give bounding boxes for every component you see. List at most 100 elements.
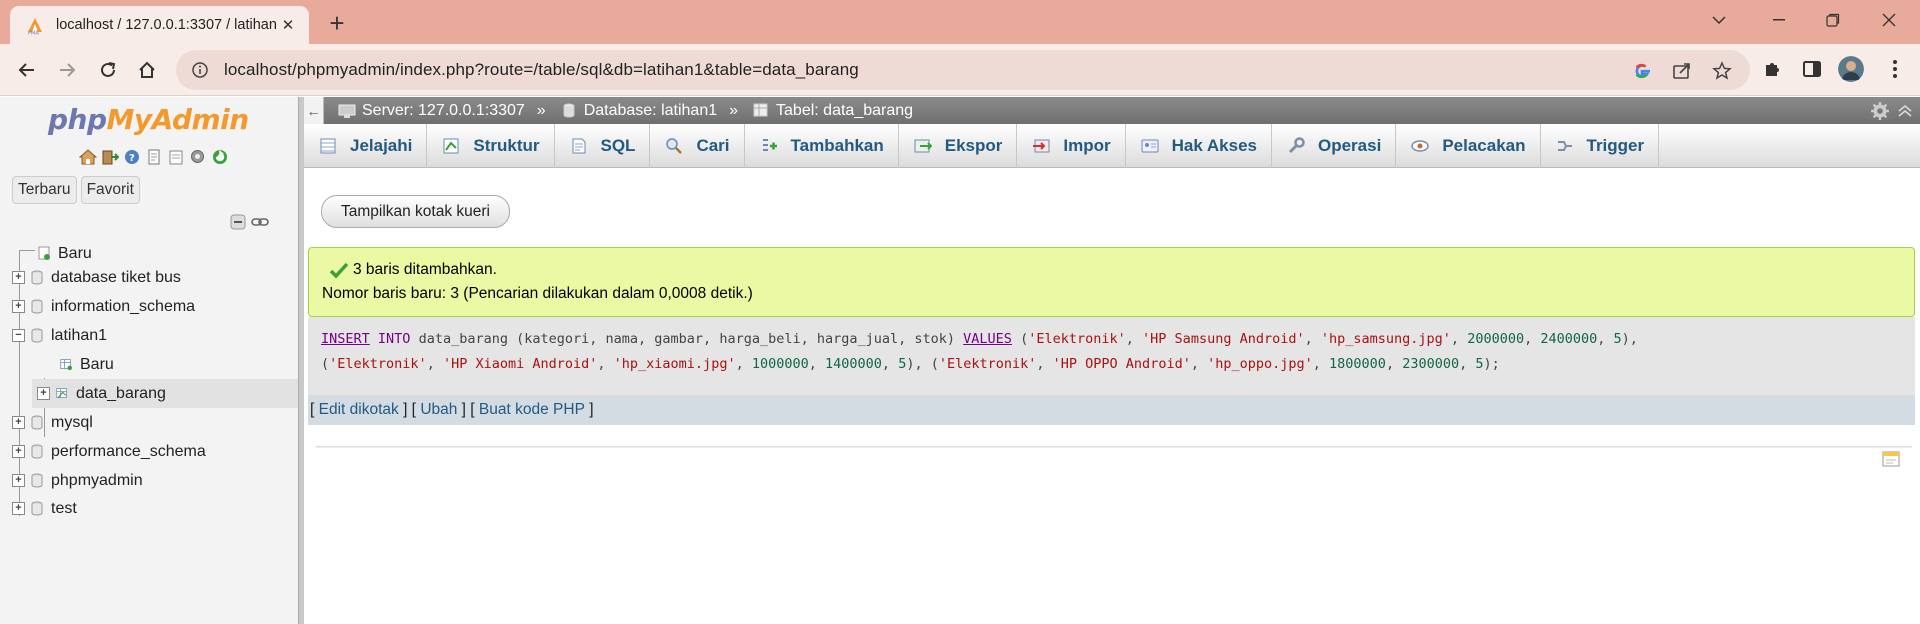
expand-icon[interactable]: + (12, 445, 25, 458)
expand-icon[interactable]: + (37, 387, 50, 400)
close-icon[interactable]: ✕ (276, 13, 300, 37)
docs-icon[interactable] (144, 147, 163, 166)
tab-operations[interactable]: Operasi (1272, 124, 1397, 168)
new-icon (38, 246, 50, 260)
expand-icon[interactable]: + (12, 300, 25, 313)
edit-link[interactable]: Ubah (420, 401, 457, 419)
expand-icon[interactable]: + (12, 502, 25, 515)
expand-icon[interactable]: + (12, 416, 25, 429)
operations-icon (1286, 136, 1306, 156)
tab-privileges[interactable]: Hak Akses (1126, 124, 1272, 168)
phpmyadmin-logo[interactable]: phpMyAdmin (48, 103, 249, 136)
tab-search[interactable]: Cari (650, 124, 745, 168)
window-close-icon[interactable] (1866, 2, 1912, 38)
sql-query-display: INSERT INTO data_barang (kategori, nama,… (308, 317, 1915, 395)
success-message: 3 baris ditambahkan. Nomor baris baru: 3… (308, 247, 1915, 317)
reload-nav-icon[interactable] (210, 147, 229, 166)
create-php-code-link[interactable]: Buat kode PHP (479, 401, 585, 419)
check-icon (329, 262, 349, 279)
database-icon (31, 299, 43, 314)
plus-icon[interactable]: + (322, 8, 352, 38)
database-icon (31, 444, 43, 459)
link-icon[interactable] (251, 214, 269, 230)
tree-item-performance-schema[interactable]: + performance_schema (12, 437, 206, 466)
chevron-up-icon[interactable] (1896, 101, 1914, 121)
tree-item-database-tiket-bus[interactable]: + database tiket bus (12, 263, 181, 292)
browse-icon (318, 136, 338, 156)
breadcrumb-database[interactable]: Database: latihan1 (560, 102, 717, 120)
expand-icon[interactable]: + (12, 271, 25, 284)
divider (316, 446, 1912, 448)
tree-item-latihan1[interactable]: − latihan1 (12, 321, 107, 350)
breadcrumb-server[interactable]: Server: 127.0.0.1:3307 (338, 102, 525, 120)
browser-tab[interactable]: PMA localhost / 127.0.0.1:3307 / latihan… (10, 6, 309, 44)
google-icon[interactable] (1631, 60, 1653, 82)
address-bar[interactable]: localhost/phpmyadmin/index.php?route=/ta… (176, 50, 1750, 90)
sql-line-1: INSERT INTO data_barang (kategori, nama,… (321, 331, 1638, 347)
pma-favicon: PMA (24, 14, 46, 36)
tab-export[interactable]: Ekspor (899, 124, 1018, 168)
tree-item-phpmyadmin[interactable]: + phpmyadmin (12, 466, 143, 495)
collapse-all-icon[interactable] (229, 214, 247, 230)
home-icon[interactable] (78, 147, 97, 166)
insert-icon (759, 136, 779, 156)
tab-structure[interactable]: Struktur (427, 124, 555, 168)
gear-icon[interactable] (1870, 101, 1890, 121)
import-icon (1031, 136, 1051, 156)
tab-sql[interactable]: SQL (555, 124, 651, 168)
gear-icon[interactable] (188, 147, 207, 166)
navigation-panel: phpMyAdmin ? Terbaru Favorit Baru + data… (0, 97, 298, 624)
profile-avatar[interactable] (1838, 56, 1864, 82)
table-icon (752, 103, 770, 119)
database-icon (31, 501, 43, 516)
console-icon[interactable] (1882, 450, 1900, 468)
chevron-down-icon[interactable] (1696, 2, 1742, 38)
server-icon (338, 103, 356, 119)
tab-tracking[interactable]: Pelacakan (1396, 124, 1541, 168)
show-query-box-button[interactable]: Tampilkan kotak kueri (321, 195, 510, 228)
forward-icon[interactable] (51, 54, 83, 86)
new-table-icon (60, 359, 72, 371)
sql-docs-icon[interactable] (166, 147, 185, 166)
tab-trigger[interactable]: Trigger (1541, 124, 1660, 168)
puzzle-icon[interactable] (1760, 56, 1786, 82)
expand-icon[interactable]: + (12, 474, 25, 487)
collapse-icon[interactable]: − (12, 329, 25, 342)
logout-icon[interactable] (100, 147, 119, 166)
database-icon (31, 270, 43, 285)
export-icon (913, 136, 933, 156)
restore-icon[interactable] (1810, 2, 1856, 38)
help-icon[interactable]: ? (122, 147, 141, 166)
sql-line-2: ('Elektronik', 'HP Xiaomi Android', 'hp_… (321, 356, 1500, 372)
collapse-panel-icon[interactable]: ← (304, 97, 324, 124)
minimize-icon[interactable] (1756, 2, 1802, 38)
breadcrumb-table[interactable]: Tabel: data_barang (752, 102, 913, 120)
edit-inline-link[interactable]: Edit dikotak (319, 401, 399, 419)
privileges-icon (1140, 136, 1160, 156)
nav-quick-icons: ? (78, 147, 229, 166)
back-icon[interactable] (11, 54, 43, 86)
browser-toolbar: localhost/phpmyadmin/index.php?route=/ta… (0, 44, 1920, 96)
share-icon[interactable] (1671, 60, 1693, 82)
sql-icon (569, 136, 589, 156)
tab-insert[interactable]: Tambahkan (745, 124, 899, 168)
info-icon[interactable] (190, 60, 210, 80)
tree-item-new-table[interactable]: Baru (60, 350, 114, 379)
tab-recent[interactable]: Terbaru (12, 176, 77, 204)
tree-item-data-barang[interactable]: + data_barang (32, 379, 298, 408)
table-icon (56, 388, 67, 398)
star-icon[interactable] (1711, 60, 1733, 82)
tab-import[interactable]: Impor (1017, 124, 1126, 168)
sidepanel-icon[interactable] (1799, 56, 1825, 82)
tree-item-mysql[interactable]: + mysql (12, 408, 93, 437)
tree-item-test[interactable]: + test (12, 494, 77, 523)
success-new-row-info: Nomor baris baru: 3 (Pencarian dilakukan… (322, 285, 753, 302)
home-icon[interactable] (131, 54, 163, 86)
table-menu-tabs: Jelajahi Struktur SQL Cari Tambahkan Eks… (304, 124, 1920, 168)
success-rows-added: 3 baris ditambahkan. (353, 261, 497, 278)
tree-item-information-schema[interactable]: + information_schema (12, 292, 195, 321)
tab-browse[interactable]: Jelajahi (304, 124, 428, 168)
kebab-menu-icon[interactable] (1882, 56, 1908, 82)
reload-icon[interactable] (92, 54, 124, 86)
tab-favorites[interactable]: Favorit (80, 176, 140, 204)
